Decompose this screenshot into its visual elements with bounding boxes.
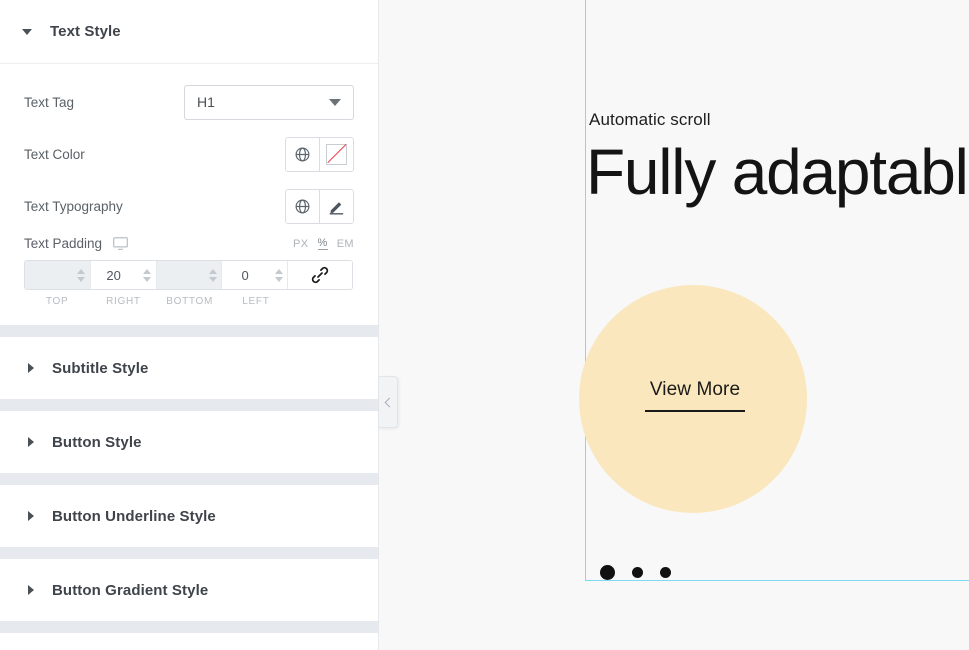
slide-subtitle: Automatic scroll	[589, 110, 711, 129]
control-text-color: Text Color	[24, 132, 354, 176]
caret-right-icon	[28, 437, 34, 447]
editor-root: Text Style Text Tag H1 Text Color Text T…	[0, 0, 969, 650]
stepper-up-icon	[208, 268, 217, 274]
text-padding-label: Text Padding	[24, 236, 103, 251]
carousel-dot-3[interactable]	[660, 567, 671, 578]
stepper-up-icon	[274, 268, 283, 274]
unit-px[interactable]: PX	[293, 238, 308, 250]
stepper-down-icon	[143, 276, 151, 282]
padding-bottom-stepper[interactable]	[204, 261, 221, 289]
globe-icon	[295, 147, 310, 161]
panel-collapse-handle[interactable]	[379, 376, 398, 428]
view-more-button[interactable]: View More	[645, 379, 745, 412]
padding-left-stepper[interactable]	[270, 261, 287, 289]
carousel-widget[interactable]: Automatic scroll Fully adaptable two-ima…	[579, 0, 969, 582]
padding-bottom-label: BOTTOM	[166, 296, 214, 307]
chevron-left-icon	[384, 397, 394, 407]
text-typography-globe-button[interactable]	[286, 189, 319, 223]
section-header-text-style[interactable]: Text Style	[0, 0, 378, 64]
section-header-button-style[interactable]: Button Style	[0, 411, 378, 473]
text-color-swatch-button[interactable]	[319, 137, 353, 171]
control-text-padding-header: Text Padding PX % EM	[24, 236, 354, 251]
padding-right-label: RIGHT	[106, 296, 141, 307]
caret-right-icon	[28, 585, 34, 595]
pencil-icon	[329, 201, 344, 215]
no-color-swatch-icon	[326, 143, 347, 165]
section-header-subtitle-style[interactable]: Subtitle Style	[0, 337, 378, 399]
stepper-down-icon	[77, 276, 86, 282]
section-title: Button Style	[52, 433, 142, 451]
control-text-typography: Text Typography	[24, 184, 354, 228]
section-title: Subtitle Style	[52, 359, 149, 377]
preview-canvas: Automatic scroll Fully adaptable two-ima…	[379, 0, 969, 650]
unit-em[interactable]: EM	[337, 238, 354, 250]
text-padding-labels: TOP RIGHT BOTTOM LEFT	[24, 296, 353, 307]
section-divider	[0, 399, 378, 411]
desktop-icon[interactable]	[112, 236, 129, 251]
stepper-down-icon	[208, 276, 217, 282]
link-chain-icon	[311, 266, 329, 284]
section-body-text-style: Text Tag H1 Text Color Text Typography T…	[0, 64, 378, 325]
padding-left-field[interactable]: 0	[222, 261, 288, 289]
text-typography-edit-button[interactable]	[319, 189, 353, 223]
caret-down-icon	[22, 28, 32, 35]
view-more-label: View More	[649, 379, 741, 400]
carousel-slide: Automatic scroll Fully adaptable two-ima…	[579, 0, 969, 582]
section-divider	[0, 325, 378, 337]
settings-panel: Text Style Text Tag H1 Text Color Text T…	[0, 0, 379, 650]
text-color-label: Text Color	[24, 146, 85, 162]
text-color-buttons	[285, 136, 354, 172]
section-title: Text Style	[50, 23, 121, 40]
section-title: Button Gradient Style	[52, 581, 209, 599]
padding-top-stepper[interactable]	[73, 261, 90, 289]
view-more-underline	[645, 410, 745, 412]
section-divider	[0, 621, 378, 633]
section-header-button-underline-style[interactable]: Button Underline Style	[0, 485, 378, 547]
padding-label-spacer	[289, 296, 353, 307]
padding-top-label: TOP	[45, 296, 69, 307]
padding-top-field[interactable]	[25, 261, 91, 289]
stepper-up-icon	[77, 268, 86, 274]
text-tag-value: H1	[197, 94, 215, 110]
padding-link-values-button[interactable]	[288, 261, 352, 289]
text-padding-inputs: 20 0	[24, 260, 353, 290]
carousel-pagination	[600, 565, 671, 580]
slide-heading: Fully adaptable two-image preview carous…	[586, 136, 969, 208]
stepper-up-icon	[143, 268, 151, 274]
padding-left-value: 0	[241, 267, 249, 283]
padding-right-field[interactable]: 20	[90, 261, 157, 289]
carousel-dot-2[interactable]	[632, 567, 643, 578]
padding-left-label: LEFT	[242, 296, 270, 307]
caret-right-icon	[28, 363, 34, 373]
section-divider	[0, 547, 378, 559]
section-header-button-svg-style[interactable]: Button Svg Style	[0, 633, 378, 650]
carousel-dot-1[interactable]	[600, 565, 615, 580]
padding-bottom-field[interactable]	[156, 261, 223, 289]
padding-right-stepper[interactable]	[139, 261, 156, 289]
padding-right-value: 20	[106, 267, 121, 283]
section-divider	[0, 473, 378, 485]
stepper-down-icon	[274, 276, 283, 282]
globe-icon	[295, 199, 310, 213]
section-title: Button Underline Style	[52, 507, 216, 525]
text-typography-buttons	[285, 188, 354, 224]
unit-switcher: PX % EM	[293, 237, 354, 250]
chevron-down-icon	[329, 98, 341, 106]
text-typography-label: Text Typography	[24, 198, 123, 214]
text-color-globe-button[interactable]	[286, 137, 319, 171]
unit-percent[interactable]: %	[317, 237, 328, 250]
section-header-button-gradient-style[interactable]: Button Gradient Style	[0, 559, 378, 621]
text-tag-select[interactable]: H1	[184, 84, 354, 120]
control-text-tag: Text Tag H1	[24, 80, 354, 124]
text-tag-label: Text Tag	[24, 94, 75, 110]
caret-right-icon	[28, 511, 34, 521]
